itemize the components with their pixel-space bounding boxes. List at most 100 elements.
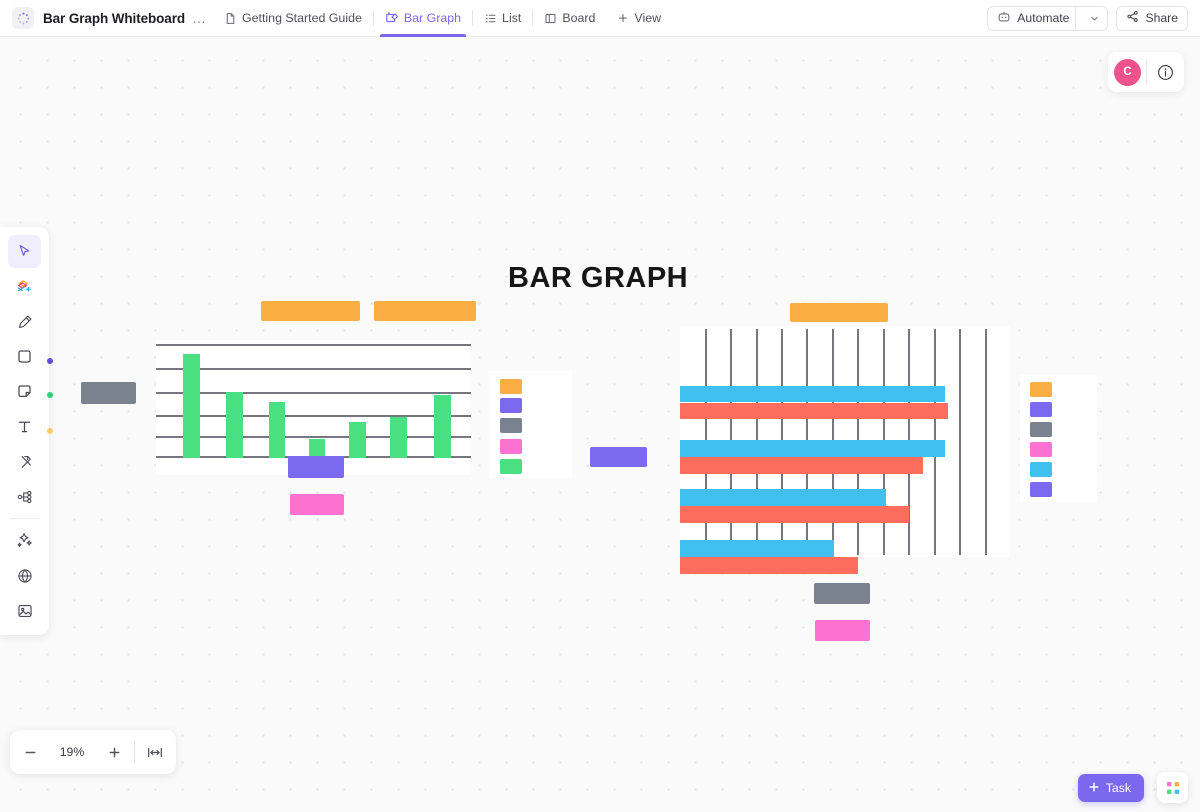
legend-swatch-pink[interactable]: [1030, 442, 1052, 457]
share-icon: [1126, 10, 1139, 26]
pill-divider: [1075, 6, 1077, 30]
bar-6[interactable]: [390, 417, 407, 458]
whiteboard-canvas[interactable]: BAR GRAPH 19% C Task: [0, 37, 1200, 812]
left-chart-legend[interactable]: [489, 371, 572, 478]
pink-note-2[interactable]: [815, 620, 870, 641]
view-tabs: Getting Started Guide Bar Graph List Boa…: [213, 0, 672, 37]
chevron-down-icon[interactable]: [1082, 13, 1107, 24]
orange-note-2[interactable]: [374, 301, 476, 321]
legend-swatch-purple[interactable]: [500, 398, 522, 413]
gridline-v: [959, 329, 961, 555]
toolbar-divider: [9, 518, 40, 519]
whiteboard-toolbar: [0, 227, 53, 635]
zoom-out-button[interactable]: [10, 730, 50, 774]
tab-label: List: [502, 11, 522, 25]
mindmap-tool[interactable]: [8, 480, 41, 513]
doc-icon: [224, 12, 237, 25]
tab-getting-started-guide[interactable]: Getting Started Guide: [213, 0, 373, 37]
share-button[interactable]: Share: [1116, 5, 1188, 31]
color-dot-green[interactable]: [47, 392, 53, 398]
bar-group-3-blue[interactable]: [680, 489, 886, 506]
bar-3[interactable]: [269, 402, 285, 458]
shapes-library-tool[interactable]: [8, 270, 41, 303]
embed-web-tool[interactable]: [8, 559, 41, 592]
legend-swatch-gray[interactable]: [1030, 422, 1052, 437]
tab-label: Board: [562, 11, 596, 25]
list-icon: [484, 12, 497, 25]
gridline-h: [156, 392, 471, 394]
automate-label: Automate: [1017, 11, 1070, 25]
info-icon[interactable]: [1152, 59, 1178, 85]
fit-to-screen-button[interactable]: [135, 730, 175, 774]
legend-swatch-orange[interactable]: [1030, 382, 1052, 397]
bar-2[interactable]: [226, 392, 243, 458]
gray-note-1[interactable]: [81, 382, 136, 404]
add-task-button[interactable]: Task: [1077, 774, 1144, 802]
gridline-h: [156, 436, 471, 438]
legend-swatch-purple-2[interactable]: [1030, 482, 1052, 497]
gridline-h: [156, 368, 471, 370]
gridline-h: [156, 415, 471, 417]
bar-group-4-blue[interactable]: [680, 540, 834, 557]
gridline-v: [985, 329, 987, 555]
zoom-controls: 19%: [10, 730, 176, 774]
bar-group-1-coral[interactable]: [680, 403, 948, 419]
avatar-divider: [1146, 60, 1147, 84]
presence-cluster: C: [1108, 52, 1184, 92]
rectangle-tool[interactable]: [8, 340, 41, 373]
top-bar: Bar Graph Whiteboard … Getting Started G…: [0, 0, 1200, 37]
tab-bar-graph[interactable]: Bar Graph: [374, 0, 472, 37]
legend-swatch-purple[interactable]: [1030, 402, 1052, 417]
connector-tool[interactable]: [8, 445, 41, 478]
bar-group-2-blue[interactable]: [680, 440, 945, 457]
page-title: Bar Graph Whiteboard: [43, 10, 186, 26]
share-label: Share: [1145, 11, 1178, 25]
legend-swatch-pink[interactable]: [500, 439, 522, 454]
bar-group-4-coral[interactable]: [680, 557, 858, 574]
loading-spinner-icon: [12, 7, 34, 29]
purple-note-1[interactable]: [288, 456, 344, 478]
pen-tool[interactable]: [8, 305, 41, 338]
color-dot-purple[interactable]: [47, 358, 53, 364]
image-tool[interactable]: [8, 594, 41, 627]
legend-swatch-green[interactable]: [500, 459, 522, 474]
bar-1[interactable]: [183, 354, 200, 458]
board-heading: BAR GRAPH: [508, 262, 689, 294]
bar-7[interactable]: [434, 395, 451, 458]
gridline-h: [156, 344, 471, 346]
apps-grid-icon[interactable]: [1157, 772, 1188, 803]
bar-group-3-coral[interactable]: [680, 506, 909, 523]
avatar[interactable]: C: [1114, 58, 1141, 86]
ai-magic-tool[interactable]: [8, 524, 41, 557]
zoom-in-button[interactable]: [94, 730, 134, 774]
color-dot-yellow[interactable]: [47, 428, 53, 434]
legend-swatch-blue[interactable]: [1030, 462, 1052, 477]
automate-button[interactable]: Automate: [987, 5, 1109, 31]
orange-note-3[interactable]: [790, 303, 888, 322]
tab-list[interactable]: List: [473, 0, 532, 37]
right-chart-legend[interactable]: [1020, 375, 1097, 502]
legend-swatch-orange[interactable]: [500, 379, 522, 394]
bar-5[interactable]: [349, 422, 366, 458]
sticky-note-tool[interactable]: [8, 375, 41, 408]
robot-icon: [997, 10, 1011, 27]
tab-label: Getting Started Guide: [242, 11, 362, 25]
pink-note-1[interactable]: [290, 494, 344, 515]
board-icon: [544, 12, 557, 25]
text-tool[interactable]: [8, 410, 41, 443]
plus-icon: [617, 12, 629, 24]
tab-board[interactable]: Board: [533, 0, 606, 37]
zoom-level-value: 19%: [59, 745, 85, 759]
select-tool[interactable]: [8, 235, 41, 268]
plus-icon: [1088, 781, 1100, 796]
more-options-button[interactable]: …: [192, 11, 207, 25]
bar-group-2-coral[interactable]: [680, 457, 923, 474]
tab-add-view[interactable]: View: [606, 0, 672, 37]
tab-label: Bar Graph: [403, 11, 462, 25]
purple-note-2[interactable]: [590, 447, 647, 467]
legend-swatch-gray[interactable]: [500, 418, 522, 433]
orange-note-1[interactable]: [261, 301, 360, 321]
bar-group-1-blue[interactable]: [680, 386, 945, 402]
add-task-label: Task: [1105, 781, 1131, 795]
gray-note-2[interactable]: [814, 583, 870, 604]
